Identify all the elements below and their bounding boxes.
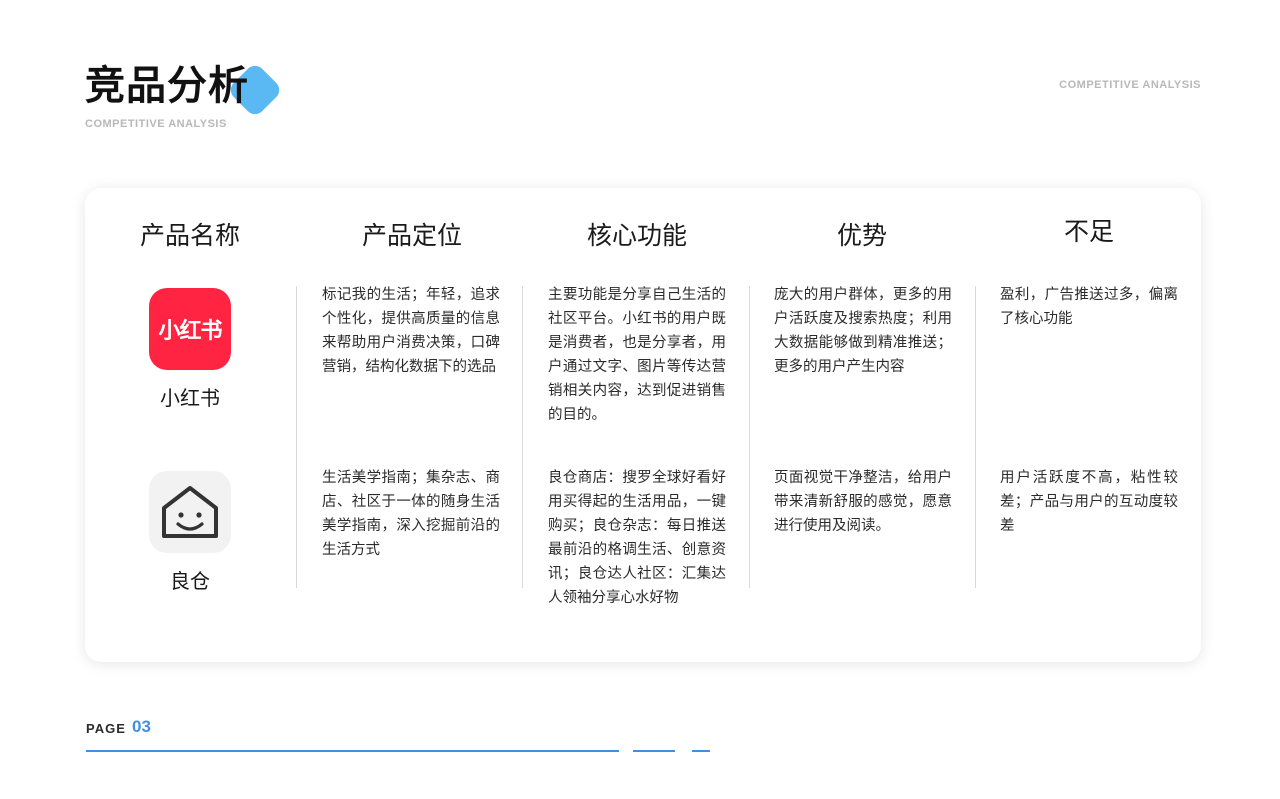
- footer-line: [86, 750, 619, 752]
- product-name: 小红书: [160, 386, 220, 410]
- page-subtitle: COMPETITIVE ANALYSIS: [85, 118, 227, 130]
- xiaohongshu-logo-icon: 小红书: [149, 288, 231, 370]
- corner-label: COMPETITIVE ANALYSIS: [1059, 79, 1201, 91]
- logo-text: 小红书: [158, 319, 222, 344]
- product-xiaohongshu: 小红书 小红书: [90, 288, 290, 412]
- footer-line: [633, 750, 675, 752]
- column-divider: [975, 286, 976, 588]
- footer-line: [692, 750, 710, 752]
- cell-weakness: 盈利，广告推送过多，偏离了核心功能: [1000, 287, 1178, 327]
- page-label: PAGE: [86, 721, 126, 736]
- cell-advantage: 庞大的用户群体，更多的用户活跃度及搜索热度；利用大数据能够做到精准推送；更多的用…: [774, 287, 952, 375]
- comparison-card: 产品名称 产品定位 核心功能 优势 不足 小红书 小红书 标记我的生活；年轻，追…: [85, 188, 1201, 662]
- product-name: 良仓: [170, 569, 210, 593]
- column-header-advantage: 优势: [836, 221, 887, 250]
- column-divider: [296, 286, 297, 588]
- column-header-name: 产品名称: [139, 221, 240, 250]
- column-divider: [749, 286, 750, 588]
- column-divider: [522, 286, 523, 588]
- title-group: 竞品分析: [85, 60, 284, 119]
- house-smile-icon: [149, 471, 231, 553]
- cell-weakness: 用户活跃度不高，粘性较差；产品与用户的互动度较差: [1000, 470, 1178, 534]
- product-liangcang: 良仓: [90, 471, 290, 595]
- page-number: 03: [132, 717, 151, 736]
- cell-core-function: 主要功能是分享自己生活的社区平台。小红书的用户既是消费者，也是分享者，用户通过文…: [548, 287, 726, 423]
- cell-positioning: 标记我的生活；年轻，追求个性化，提供高质量的信息来帮助用户消费决策，口碑营销，结…: [322, 287, 500, 375]
- slide: 竞品分析 COMPETITIVE ANALYSIS COMPETITIVE AN…: [0, 0, 1280, 799]
- cell-core-function: 良仓商店：搜罗全球好看好用买得起的生活用品，一键购买；良仓杂志：每日推送最前沿的…: [548, 470, 726, 606]
- page-title: 竞品分析: [85, 63, 249, 109]
- column-header-core: 核心功能: [586, 221, 687, 250]
- cell-advantage: 页面视觉干净整洁，给用户带来清新舒服的感觉，愿意进行使用及阅读。: [774, 470, 952, 534]
- column-header-positioning: 产品定位: [361, 221, 462, 250]
- column-header-weakness: 不足: [1063, 217, 1114, 246]
- cell-positioning: 生活美学指南；集杂志、商店、社区于一体的随身生活美学指南，深入挖掘前沿的生活方式: [322, 470, 500, 558]
